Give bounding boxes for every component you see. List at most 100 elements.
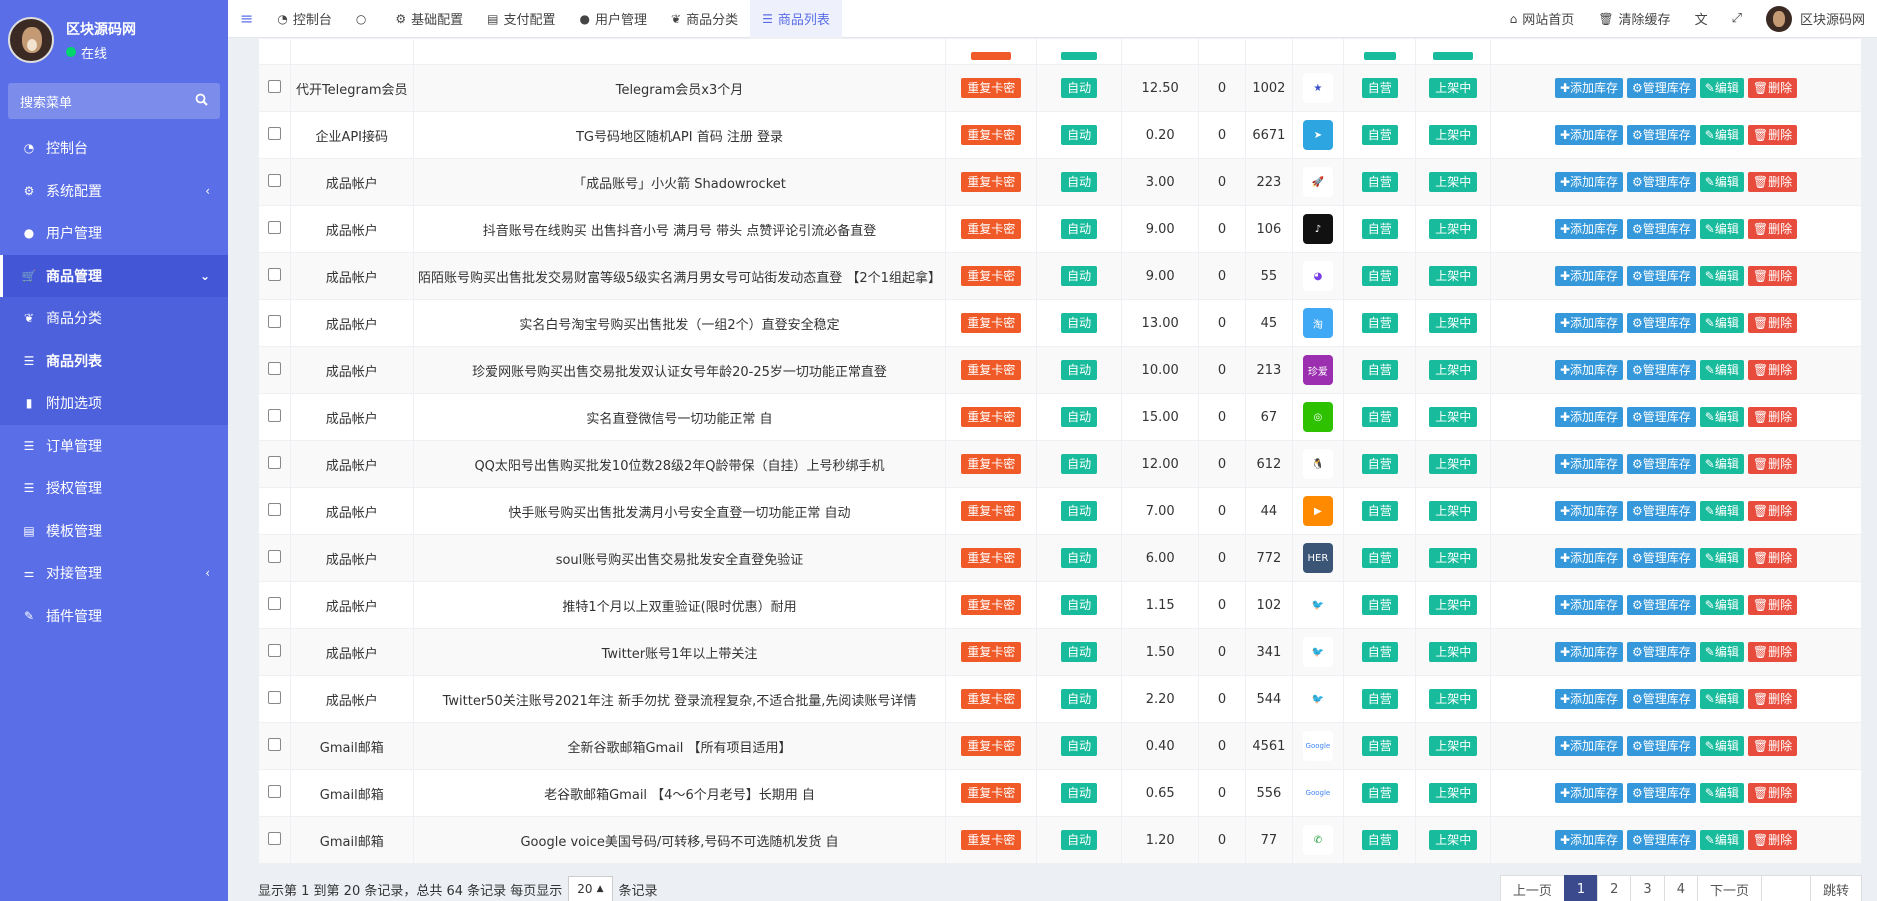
manage-stock-button[interactable]: ⚙管理库存	[1627, 266, 1696, 286]
row-checkbox[interactable]	[267, 173, 281, 187]
row-checkbox[interactable]	[267, 126, 281, 140]
manage-stock-button[interactable]: ⚙管理库存	[1627, 454, 1696, 474]
row-checkbox[interactable]	[267, 784, 281, 798]
fullscreen-button[interactable]: ⤢	[1720, 0, 1754, 38]
nav-tab-7[interactable]: ☰ 商品列表	[750, 0, 842, 38]
delete-button[interactable]: 🗑删除	[1747, 125, 1798, 145]
status-badge[interactable]: 上架中	[1429, 360, 1478, 380]
edit-button[interactable]: ✎编辑	[1699, 266, 1744, 286]
status-badge[interactable]: 上架中	[1429, 736, 1478, 756]
sidebar-item-9[interactable]: ☰ 授权管理	[0, 467, 228, 510]
edit-button[interactable]: ✎编辑	[1699, 830, 1744, 850]
edit-button[interactable]: ✎编辑	[1699, 501, 1744, 521]
edit-button[interactable]: ✎编辑	[1699, 736, 1744, 756]
status-badge[interactable]: 上架中	[1429, 689, 1478, 709]
add-stock-button[interactable]: ✚添加库存	[1554, 689, 1623, 709]
delete-button[interactable]: 🗑删除	[1747, 830, 1798, 850]
row-checkbox[interactable]	[267, 361, 281, 375]
sidebar-item-3[interactable]: ● 用户管理	[0, 212, 228, 255]
edit-button[interactable]: ✎编辑	[1699, 313, 1744, 333]
user-menu[interactable]: 区块源码网	[1754, 0, 1877, 38]
manage-stock-button[interactable]: ⚙管理库存	[1627, 219, 1696, 239]
row-checkbox[interactable]	[267, 502, 281, 516]
edit-button[interactable]: ✎编辑	[1699, 172, 1744, 192]
jump-button[interactable]: 跳转	[1809, 875, 1862, 901]
search-icon[interactable]	[195, 93, 208, 110]
delete-button[interactable]: 🗑删除	[1747, 454, 1798, 474]
row-checkbox[interactable]	[267, 690, 281, 704]
row-checkbox[interactable]	[267, 643, 281, 657]
page-3-button[interactable]: 3	[1630, 875, 1665, 901]
row-checkbox[interactable]	[267, 79, 281, 93]
manage-stock-button[interactable]: ⚙管理库存	[1627, 407, 1696, 427]
nav-tab-5[interactable]: ● 用户管理	[568, 0, 660, 38]
status-badge[interactable]: 上架中	[1429, 830, 1478, 850]
nav-tab-6[interactable]: ❦ 商品分类	[659, 0, 750, 38]
status-badge[interactable]: 上架中	[1429, 407, 1478, 427]
add-stock-button[interactable]: ✚添加库存	[1554, 172, 1623, 192]
add-stock-button[interactable]: ✚添加库存	[1554, 266, 1623, 286]
manage-stock-button[interactable]: ⚙管理库存	[1627, 548, 1696, 568]
status-badge[interactable]: 上架中	[1429, 454, 1478, 474]
edit-button[interactable]: ✎编辑	[1699, 407, 1744, 427]
nav-tab-2[interactable]: ○	[344, 0, 383, 38]
edit-button[interactable]: ✎编辑	[1699, 78, 1744, 98]
status-badge[interactable]: 上架中	[1429, 642, 1478, 662]
page-4-button[interactable]: 4	[1663, 875, 1698, 901]
manage-stock-button[interactable]: ⚙管理库存	[1627, 736, 1696, 756]
delete-button[interactable]: 🗑删除	[1747, 78, 1798, 98]
edit-button[interactable]: ✎编辑	[1699, 454, 1744, 474]
delete-button[interactable]: 🗑删除	[1747, 548, 1798, 568]
status-badge[interactable]: 上架中	[1429, 219, 1478, 239]
add-stock-button[interactable]: ✚添加库存	[1554, 360, 1623, 380]
menu-search-input[interactable]: 搜索菜单	[8, 83, 220, 119]
add-stock-button[interactable]: ✚添加库存	[1554, 407, 1623, 427]
add-stock-button[interactable]: ✚添加库存	[1554, 783, 1623, 803]
edit-button[interactable]: ✎编辑	[1699, 595, 1744, 615]
sidebar-item-5[interactable]: ❦ 商品分类	[0, 297, 228, 340]
jump-page-input[interactable]	[1760, 875, 1811, 901]
edit-button[interactable]: ✎编辑	[1699, 689, 1744, 709]
delete-button[interactable]: 🗑删除	[1747, 360, 1798, 380]
delete-button[interactable]: 🗑删除	[1747, 313, 1798, 333]
status-badge[interactable]: 上架中	[1429, 783, 1478, 803]
clear-cache-button[interactable]: 🗑 清除缓存	[1586, 0, 1682, 38]
delete-button[interactable]: 🗑删除	[1747, 689, 1798, 709]
add-stock-button[interactable]: ✚添加库存	[1554, 642, 1623, 662]
nav-tab-3[interactable]: ⚙ 基础配置	[383, 0, 475, 38]
add-stock-button[interactable]: ✚添加库存	[1554, 830, 1623, 850]
add-stock-button[interactable]: ✚添加库存	[1554, 78, 1623, 98]
page-2-button[interactable]: 2	[1597, 875, 1632, 901]
add-stock-button[interactable]: ✚添加库存	[1554, 313, 1623, 333]
row-checkbox[interactable]	[267, 408, 281, 422]
manage-stock-button[interactable]: ⚙管理库存	[1627, 360, 1696, 380]
status-badge[interactable]: 上架中	[1429, 78, 1478, 98]
nav-tab-1[interactable]: ◔ 控制台	[265, 0, 344, 38]
add-stock-button[interactable]: ✚添加库存	[1554, 595, 1623, 615]
add-stock-button[interactable]: ✚添加库存	[1554, 219, 1623, 239]
sidebar-item-4[interactable]: 🛒 商品管理 ⌄	[0, 254, 228, 297]
delete-button[interactable]: 🗑删除	[1747, 595, 1798, 615]
language-button[interactable]: 文	[1683, 0, 1720, 38]
status-badge[interactable]: 上架中	[1429, 313, 1478, 333]
manage-stock-button[interactable]: ⚙管理库存	[1627, 313, 1696, 333]
status-badge[interactable]: 上架中	[1429, 125, 1478, 145]
manage-stock-button[interactable]: ⚙管理库存	[1627, 783, 1696, 803]
add-stock-button[interactable]: ✚添加库存	[1554, 454, 1623, 474]
edit-button[interactable]: ✎编辑	[1699, 642, 1744, 662]
row-checkbox[interactable]	[267, 549, 281, 563]
row-checkbox[interactable]	[267, 737, 281, 751]
edit-button[interactable]: ✎编辑	[1699, 360, 1744, 380]
page-1-button[interactable]: 1	[1563, 875, 1599, 901]
prev-page-button[interactable]: 上一页	[1499, 875, 1565, 901]
delete-button[interactable]: 🗑删除	[1747, 501, 1798, 521]
manage-stock-button[interactable]: ⚙管理库存	[1627, 125, 1696, 145]
row-checkbox[interactable]	[267, 831, 281, 845]
nav-tab-4[interactable]: ▤ 支付配置	[475, 0, 567, 38]
row-checkbox[interactable]	[267, 455, 281, 469]
site-home-link[interactable]: ⌂ 网站首页	[1498, 0, 1587, 38]
add-stock-button[interactable]: ✚添加库存	[1554, 501, 1623, 521]
row-checkbox[interactable]	[267, 220, 281, 234]
sidebar-item-10[interactable]: ▤ 模板管理	[0, 510, 228, 553]
row-checkbox[interactable]	[267, 314, 281, 328]
